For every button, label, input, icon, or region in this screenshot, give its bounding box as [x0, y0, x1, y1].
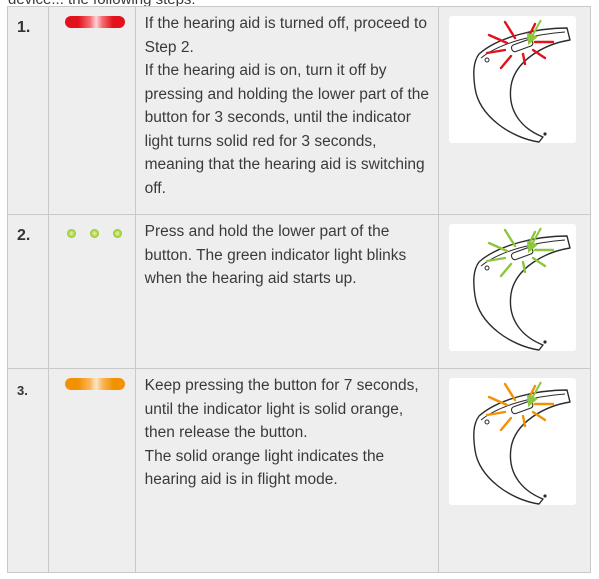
- red-solid-light-icon: [65, 16, 126, 28]
- step-text-cell: Keep pressing the button for 7 seconds, …: [134, 368, 440, 573]
- flight-mode-steps-table: 1. If the hearing aid is turned off, pro…: [6, 6, 591, 573]
- step-row-3: 3. Keep pressing the button for 7 second…: [6, 368, 591, 573]
- step-text-cell: If the hearing aid is turned off, procee…: [134, 6, 440, 215]
- illustration-cell: [438, 214, 591, 369]
- indicator-cell: [48, 214, 136, 369]
- step-number: 2.: [17, 227, 31, 244]
- hearing-aid-red-light-illustration: [473, 19, 571, 143]
- step-number-cell: 1.: [6, 6, 50, 215]
- step-row-1: 1. If the hearing aid is turned off, pro…: [6, 6, 591, 215]
- step-text-cell: Press and hold the lower part of the but…: [134, 214, 440, 369]
- green-dot-icon: [113, 229, 123, 238]
- indicator-cell: [48, 368, 136, 573]
- step-number-cell: 3.: [6, 368, 50, 573]
- step-number: 3.: [17, 383, 28, 398]
- green-dot-icon: [67, 229, 77, 238]
- hearing-aid-green-light-illustration: [473, 227, 571, 351]
- green-blinking-light-icon: [65, 224, 134, 238]
- green-dot-icon: [90, 229, 100, 238]
- step-paragraph: The solid orange light indicates the hea…: [144, 447, 385, 489]
- step-paragraph: Keep pressing the button for 7 seconds, …: [144, 377, 419, 441]
- hearing-aid-orange-light-illustration: [473, 381, 571, 505]
- illustration-cell: [438, 368, 591, 573]
- indicator-cell: [48, 6, 136, 215]
- step-number-cell: 2.: [6, 214, 50, 369]
- step-paragraph: If the hearing aid is turned off, procee…: [144, 15, 427, 56]
- step-row-2: 2. Press and hold the lower part of the …: [6, 214, 591, 369]
- step-number: 1.: [17, 19, 31, 36]
- step-paragraph: Press and hold the lower part of the but…: [144, 223, 407, 287]
- step-paragraph: If the hearing aid is on, turn it off by…: [144, 62, 429, 197]
- illustration-cell: [438, 6, 591, 215]
- orange-solid-light-icon: [65, 378, 126, 390]
